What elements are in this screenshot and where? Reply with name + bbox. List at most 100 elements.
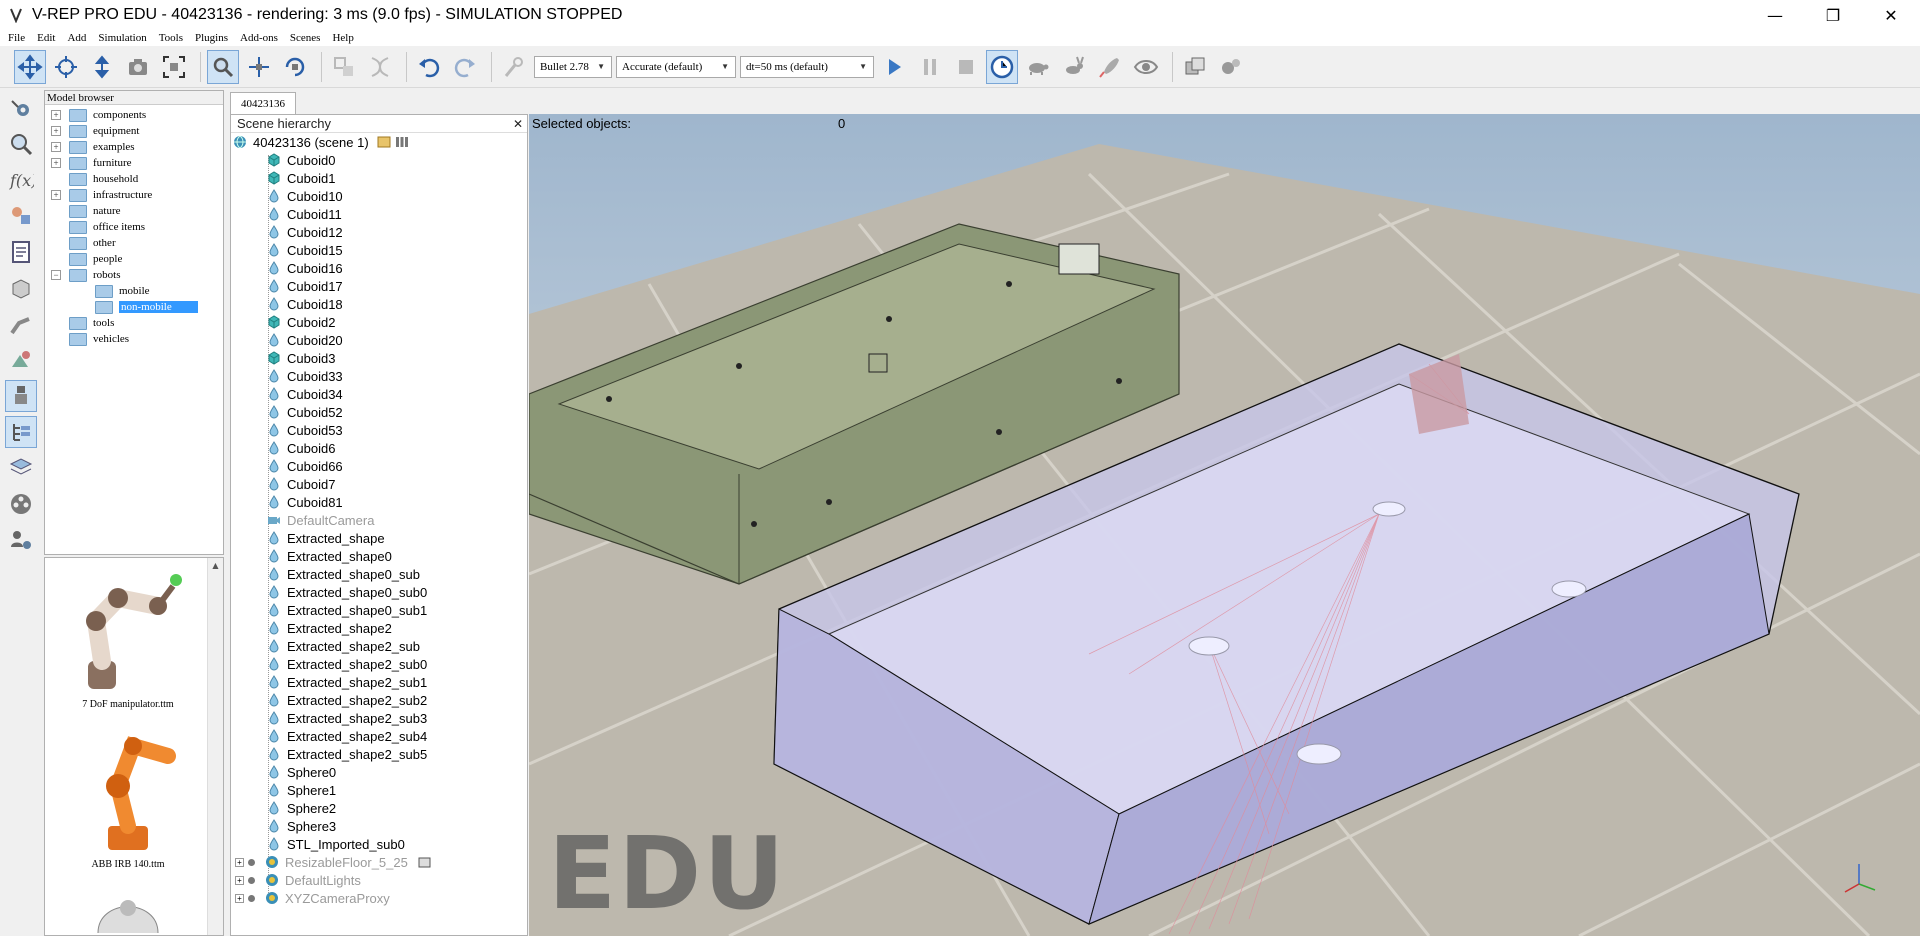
3d-viewport[interactable] [529,114,1920,936]
scene-object-row[interactable]: Extracted_shape2_sub2 [231,691,527,709]
object-shift-button[interactable] [243,50,275,84]
paths-button[interactable] [5,236,37,268]
menu-tools[interactable]: Tools [159,32,183,44]
expand-toggle-icon[interactable]: + [51,158,61,168]
menu-add[interactable]: Add [67,32,86,44]
fit-to-view-button[interactable] [158,50,190,84]
scene-object-row[interactable]: Extracted_shape2_sub [231,637,527,655]
model-folder-furniture[interactable]: + furniture [45,155,223,171]
scene-object-row[interactable]: STL_Imported_sub0 [231,835,527,853]
scene-object-row[interactable]: Cuboid81 [231,493,527,511]
expand-toggle-icon[interactable]: + [235,893,244,903]
redo-button[interactable] [449,50,481,84]
model-properties-icon[interactable] [418,856,431,869]
scene-object-row[interactable]: Cuboid15 [231,241,527,259]
scene-object-row[interactable]: Cuboid3 [231,349,527,367]
menu-help[interactable]: Help [332,32,353,44]
model-folder-infrastructure[interactable]: + infrastructure [45,187,223,203]
scene-object-row[interactable]: Cuboid66 [231,457,527,475]
menu-scenes[interactable]: Scenes [290,32,321,44]
scene-object-row[interactable]: Extracted_shape2_sub0 [231,655,527,673]
speed-up-button[interactable] [1058,50,1090,84]
scene-object-row[interactable]: Cuboid12 [231,223,527,241]
function-scripts-button[interactable]: f(x) [5,164,37,196]
object-rotate-button[interactable] [279,50,311,84]
scene-object-row[interactable]: Cuboid34 [231,385,527,403]
slow-down-button[interactable] [1022,50,1054,84]
model-folder-other[interactable]: other [45,235,223,251]
visualization-toggle-button[interactable] [1130,50,1162,84]
scene-object-row[interactable]: Cuboid33 [231,367,527,385]
scene-object-row[interactable]: Extracted_shape0_sub1 [231,601,527,619]
scene-object-row[interactable]: Cuboid20 [231,331,527,349]
camera-pan-button[interactable] [14,49,46,84]
model-folder-equipment[interactable]: + equipment [45,123,223,139]
model-browser-toggle-button[interactable] [5,380,37,412]
menu-file[interactable]: File [8,32,25,44]
camera-angle-button[interactable] [122,50,154,84]
object-select-button[interactable] [207,49,239,84]
camera-rotate-button[interactable] [50,50,82,84]
model-folder-robots[interactable]: − robots [45,267,223,283]
expand-toggle-icon[interactable]: + [51,142,61,152]
assemble-button[interactable] [328,50,360,84]
pause-simulation-button[interactable] [914,50,946,84]
close-button[interactable]: ✕ [1862,0,1920,30]
dynamics-engine-button[interactable] [498,50,530,84]
scene-object-row[interactable]: Cuboid7 [231,475,527,493]
thumbnails-scrollbar[interactable]: ▲ [207,558,223,935]
model-folder-vehicles[interactable]: vehicles [45,331,223,347]
transfer-dna-button[interactable] [364,50,396,84]
expand-toggle-icon[interactable]: − [51,270,61,280]
model-thumbnail[interactable]: ABB IRB 140.ttm [53,726,203,870]
scene-object-row[interactable]: Extracted_shape0_sub [231,565,527,583]
scene-object-row[interactable]: Cuboid53 [231,421,527,439]
model-thumbnail[interactable]: 7 DoF manipulator.ttm [53,566,203,710]
scene-object-row[interactable]: DefaultCamera [231,511,527,529]
thread-rendering-button[interactable] [1094,50,1126,84]
scene-object-row[interactable]: Extracted_shape2_sub4 [231,727,527,745]
minimize-button[interactable]: — [1746,0,1804,30]
scroll-up-arrow-icon[interactable]: ▲ [208,558,223,574]
shape-edit-button[interactable] [5,344,37,376]
undo-button[interactable] [413,50,445,84]
calculation-modules-button[interactable] [5,128,37,160]
scene-object-row[interactable]: Extracted_shape2_sub1 [231,673,527,691]
layers-button[interactable] [5,452,37,484]
model-folder-mobile[interactable]: mobile [45,283,223,299]
menu-plugins[interactable]: Plugins [195,32,228,44]
scene-object-row[interactable]: Sphere3 [231,817,527,835]
scene-object-row[interactable]: Cuboid1 [231,169,527,187]
camera-shift-button[interactable] [86,50,118,84]
stop-simulation-button[interactable] [950,50,982,84]
model-folder-people[interactable]: people [45,251,223,267]
user-settings-button[interactable] [5,524,37,556]
scene-object-row[interactable]: Cuboid11 [231,205,527,223]
maximize-button[interactable]: ❐ [1804,0,1862,30]
expand-toggle-icon[interactable]: + [51,110,61,120]
scene-object-row[interactable]: Cuboid17 [231,277,527,295]
expand-toggle-icon[interactable]: + [51,126,61,136]
physics-engine-select[interactable]: Bullet 2.78 ▼ [534,55,612,78]
menu-edit[interactable]: Edit [37,32,55,44]
scene-selector-button[interactable] [1179,50,1211,84]
model-folder-office-items[interactable]: office items [45,219,223,235]
scene-model-row[interactable]: + XYZCameraProxy [231,889,527,907]
model-folder-tools[interactable]: tools [45,315,223,331]
expand-toggle-icon[interactable]: + [235,857,244,867]
scene-object-row[interactable]: Cuboid18 [231,295,527,313]
model-folder-household[interactable]: household [45,171,223,187]
joints-button[interactable] [5,308,37,340]
scene-tab[interactable]: 40423136 [230,92,296,114]
scene-object-row[interactable]: Sphere1 [231,781,527,799]
close-panel-button[interactable]: ✕ [513,117,523,131]
scene-object-row[interactable]: Extracted_shape0_sub0 [231,583,527,601]
scene-object-row[interactable]: Extracted_shape2 [231,619,527,637]
expand-toggle-icon[interactable]: + [235,875,244,885]
dynamics-accuracy-select[interactable]: Accurate (default) ▼ [616,55,736,78]
video-recorder-button[interactable] [5,488,37,520]
visibility-dot-icon[interactable] [248,858,255,866]
visibility-dot-icon[interactable] [248,876,255,884]
model-folder-components[interactable]: + components [45,107,223,123]
scene-object-row[interactable]: Extracted_shape [231,529,527,547]
